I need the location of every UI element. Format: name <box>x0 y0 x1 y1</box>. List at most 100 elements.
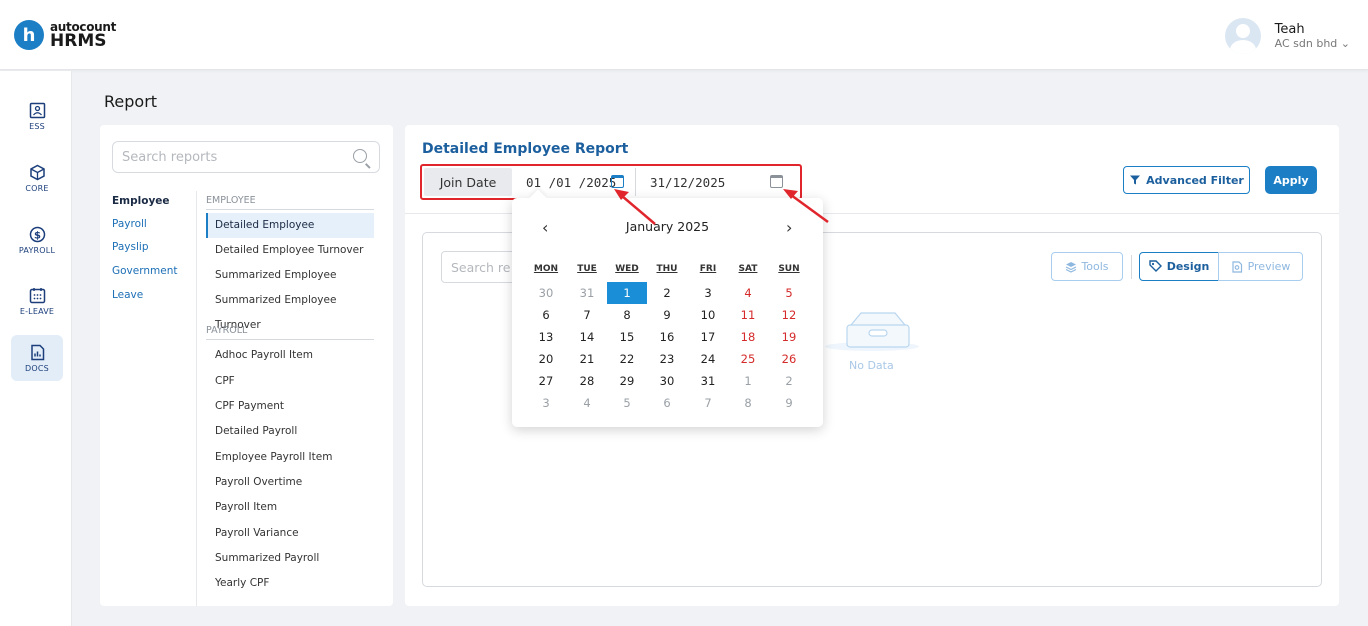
search-reports-input[interactable] <box>113 142 333 172</box>
top-bar: h autocount HRMS Teah AC sdn bhd ⌄ <box>0 0 1368 70</box>
calendar-day[interactable]: 6 <box>526 304 566 326</box>
calendar-day[interactable]: 19 <box>769 326 809 348</box>
category-leave[interactable]: Leave <box>112 289 143 301</box>
calendar-day[interactable]: 3 <box>688 282 728 304</box>
filter-icon <box>1130 175 1141 185</box>
company-selector[interactable]: AC sdn bhd ⌄ <box>1275 37 1350 50</box>
calendar-icon[interactable] <box>770 175 783 188</box>
calendar-icon[interactable] <box>611 175 624 188</box>
section-heading-employee: EMPLOYEE <box>206 195 374 210</box>
calendar-day[interactable]: 30 <box>647 370 687 392</box>
nav-label: DOCS <box>25 363 49 373</box>
report-item[interactable]: Detailed Payroll <box>206 419 374 444</box>
nav-label: ESS <box>29 121 45 131</box>
report-item[interactable]: Summarized Employee Turnover <box>206 288 374 331</box>
avatar[interactable] <box>1224 18 1261 54</box>
category-government[interactable]: Government <box>112 265 177 277</box>
category-employee[interactable]: Employee <box>112 195 170 207</box>
report-item[interactable]: Employee Payroll Item <box>206 445 374 470</box>
calendar-month-title[interactable]: January 2025 <box>512 219 823 234</box>
calendar-day[interactable]: 27 <box>526 370 566 392</box>
nav-item-docs[interactable]: DOCS <box>11 335 63 381</box>
calendar-day[interactable]: 7 <box>567 304 607 326</box>
calendar-day[interactable]: 31 <box>688 370 728 392</box>
date-to-input[interactable]: 31/12/2025 <box>650 168 725 196</box>
calendar-day[interactable]: 29 <box>607 370 647 392</box>
calendar-day[interactable]: 10 <box>688 304 728 326</box>
calendar-day[interactable]: 18 <box>728 326 768 348</box>
design-button[interactable]: Design <box>1139 252 1219 281</box>
join-date-filter: Join Date 01 /01 /2025 31/12/2025 <box>420 164 802 200</box>
calendar-day[interactable]: 3 <box>526 392 566 414</box>
nav-label: E-LEAVE <box>19 306 55 316</box>
report-item[interactable]: CPF Payment <box>206 394 374 419</box>
logo[interactable]: h autocount HRMS <box>14 20 116 50</box>
nav-item-core[interactable]: CORE <box>11 155 63 201</box>
chevron-down-icon: ⌄ <box>1340 37 1350 50</box>
report-item[interactable]: Summarized Payroll <box>206 546 374 571</box>
date-picker-popover: ‹ January 2025 › MON TUE WED THU FRI SAT… <box>512 189 823 427</box>
calendar-day[interactable]: 26 <box>769 348 809 370</box>
calendar-day[interactable]: 5 <box>769 282 809 304</box>
calendar-day[interactable]: 2 <box>769 370 809 392</box>
calendar-day[interactable]: 5 <box>607 392 647 414</box>
calendar-day[interactable]: 23 <box>647 348 687 370</box>
calendar-day[interactable]: 6 <box>647 392 687 414</box>
calendar-day[interactable]: 7 <box>688 392 728 414</box>
calendar-day[interactable]: 28 <box>567 370 607 392</box>
next-month-button[interactable]: › <box>786 218 792 237</box>
report-item-detailed-employee[interactable]: Detailed Employee <box>206 213 374 238</box>
nav-item-payroll[interactable]: $ PAYROLL <box>11 217 63 263</box>
calendar-day[interactable]: 9 <box>647 304 687 326</box>
divider <box>635 168 636 196</box>
calendar-day[interactable]: 25 <box>728 348 768 370</box>
report-item[interactable]: Payroll Overtime <box>206 470 374 495</box>
calendar-day[interactable]: 4 <box>728 282 768 304</box>
logo-bottom-text: HRMS <box>50 30 107 51</box>
calendar-day[interactable]: 4 <box>567 392 607 414</box>
section-heading-payroll: PAYROLL <box>206 325 374 340</box>
calendar-day[interactable]: 22 <box>607 348 647 370</box>
calendar-day[interactable]: 12 <box>769 304 809 326</box>
report-item[interactable]: Payroll Item <box>206 495 374 520</box>
calendar-day[interactable]: 15 <box>607 326 647 348</box>
calendar-day[interactable]: 8 <box>607 304 647 326</box>
nav-item-ess[interactable]: ESS <box>11 93 63 139</box>
user-menu[interactable]: Teah AC sdn bhd ⌄ <box>1224 18 1350 54</box>
calendar-day[interactable]: 8 <box>728 392 768 414</box>
calendar-day-selected[interactable]: 1 <box>607 282 647 304</box>
report-item[interactable]: Summarized Employee <box>206 263 374 288</box>
calendar-day[interactable]: 2 <box>647 282 687 304</box>
calendar-day[interactable]: 30 <box>526 282 566 304</box>
calendar-day[interactable]: 11 <box>728 304 768 326</box>
nav-item-e-leave[interactable]: E-LEAVE <box>11 278 63 324</box>
calendar-day[interactable]: 17 <box>688 326 728 348</box>
no-data-text: No Data <box>849 359 894 372</box>
category-payroll[interactable]: Payroll <box>112 218 147 230</box>
report-item[interactable]: CPF <box>206 369 374 394</box>
calendar-day[interactable]: 13 <box>526 326 566 348</box>
advanced-filter-button[interactable]: Advanced Filter <box>1123 166 1250 194</box>
weekday-header: THU <box>656 264 678 274</box>
tools-button[interactable]: Tools <box>1051 252 1123 281</box>
weekday-header: FRI <box>699 264 717 274</box>
dollar-icon: $ <box>29 226 45 242</box>
search-icon[interactable] <box>353 149 367 163</box>
apply-button[interactable]: Apply <box>1265 166 1317 194</box>
report-item[interactable]: Adhoc Payroll Item <box>206 343 374 368</box>
calendar-day[interactable]: 20 <box>526 348 566 370</box>
calendar-day[interactable]: 9 <box>769 392 809 414</box>
report-item[interactable]: Detailed Employee Turnover <box>206 238 374 263</box>
preview-button[interactable]: Preview <box>1218 252 1303 281</box>
report-item[interactable]: Payroll Variance <box>206 521 374 546</box>
category-payslip[interactable]: Payslip <box>112 241 148 253</box>
calendar-day[interactable]: 1 <box>728 370 768 392</box>
report-item[interactable]: Yearly CPF <box>206 571 374 596</box>
calendar-day[interactable]: 16 <box>647 326 687 348</box>
calendar-day[interactable]: 24 <box>688 348 728 370</box>
calendar-day[interactable]: 31 <box>567 282 607 304</box>
search-reports-box <box>112 141 380 173</box>
ess-icon <box>29 102 45 118</box>
calendar-day[interactable]: 21 <box>567 348 607 370</box>
calendar-day[interactable]: 14 <box>567 326 607 348</box>
